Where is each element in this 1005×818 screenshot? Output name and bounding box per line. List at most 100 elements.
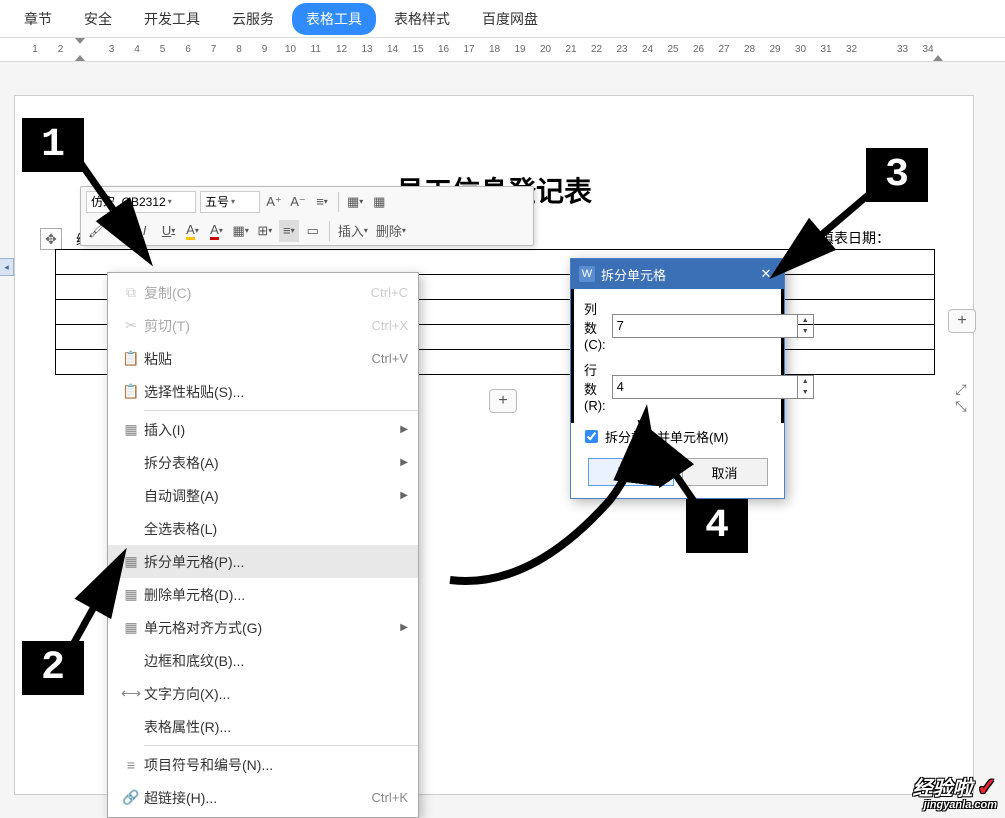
table-icon: ▦ — [118, 421, 144, 438]
menu-tab-devtools[interactable]: 开发工具 — [130, 3, 214, 35]
cancel-button[interactable]: 取消 — [682, 458, 768, 486]
fill-date-label: 填表日期： — [820, 228, 890, 248]
dialog-close-button[interactable]: ✕ — [756, 266, 776, 282]
ruler-tick: 4 — [132, 44, 142, 55]
ruler-tick: 28 — [744, 44, 754, 55]
ruler-tick: 12 — [336, 44, 346, 55]
menu-tab-chapter[interactable]: 章节 — [10, 3, 66, 35]
ctx-split-cells[interactable]: ▦拆分单元格(P)... — [108, 545, 418, 578]
menu-tab-security[interactable]: 安全 — [70, 3, 126, 35]
delete-dropdown[interactable]: 删除▾ — [374, 220, 408, 242]
ruler-tick: 30 — [795, 44, 805, 55]
text-direction-icon: ⟷ — [118, 685, 144, 702]
delete-cells-icon: ▦ — [118, 586, 144, 603]
ctx-cell-align[interactable]: ▦单元格对齐方式(G)▶ — [108, 611, 418, 644]
ctx-cut[interactable]: ✂剪切(T)Ctrl+X — [108, 309, 418, 342]
table-move-handle-icon[interactable]: ✥ — [40, 228, 62, 250]
columns-spinner[interactable]: ▲▼ — [612, 314, 814, 338]
copy-icon: ⧉ — [118, 284, 144, 301]
ctx-paste-special[interactable]: 📋选择性粘贴(S)... — [108, 375, 418, 408]
format-painter-button[interactable]: 🖌 — [86, 220, 107, 242]
ruler-tick: 31 — [821, 44, 831, 55]
ruler-tick: 15 — [413, 44, 423, 55]
dialog-titlebar[interactable]: W 拆分单元格 ✕ — [571, 259, 784, 289]
add-column-button[interactable]: + — [948, 309, 976, 333]
expand-in-icon[interactable]: ⤡ — [950, 395, 972, 417]
ctx-split-table[interactable]: 拆分表格(A)▶ — [108, 446, 418, 479]
ruler-tick: 14 — [387, 44, 397, 55]
ctx-autofit[interactable]: 自动调整(A)▶ — [108, 479, 418, 512]
ctx-bullets[interactable]: ≡项目符号和编号(N)... — [108, 748, 418, 781]
side-panel-tab[interactable]: ◂ — [0, 258, 14, 276]
ruler-tick: 27 — [719, 44, 729, 55]
menu-tab-baidu[interactable]: 百度网盘 — [468, 3, 552, 35]
spin-up-icon[interactable]: ▲ — [798, 315, 813, 326]
ruler-tick: 22 — [591, 44, 601, 55]
ctx-insert[interactable]: ▦插入(I)▶ — [108, 413, 418, 446]
callout-badge-1: 1 — [22, 118, 84, 172]
spin-down-icon[interactable]: ▼ — [798, 387, 813, 398]
ruler-tick: 6 — [183, 44, 193, 55]
underline-button[interactable]: U▾ — [159, 220, 179, 242]
dialog-title: 拆分单元格 — [601, 265, 756, 284]
menu-tab-tabletools[interactable]: 表格工具 — [292, 3, 376, 35]
merge-cells-button[interactable]: ▦ — [369, 191, 389, 213]
add-row-button[interactable]: + — [489, 389, 517, 413]
spin-up-icon[interactable]: ▲ — [798, 376, 813, 387]
indent-marker-icon[interactable] — [933, 55, 943, 61]
indent-marker-icon[interactable] — [75, 38, 85, 44]
horizontal-ruler[interactable]: 1 2 3 4 5 6 7 8 9 10 11 12 13 14 15 16 1… — [0, 38, 1005, 62]
font-size-select[interactable]: 五号▾ — [200, 191, 260, 213]
font-color-button[interactable]: A▾ — [207, 220, 227, 242]
menu-tab-cloud[interactable]: 云服务 — [218, 3, 288, 35]
italic-button[interactable]: I — [135, 220, 155, 242]
ruler-tick: 23 — [617, 44, 627, 55]
ruler-tick: 5 — [158, 44, 168, 55]
ok-button[interactable]: 确定 — [588, 458, 674, 486]
ruler-tick: 33 — [897, 44, 907, 55]
shading-button[interactable]: ▭ — [303, 220, 323, 242]
ruler-tick: 20 — [540, 44, 550, 55]
ctx-delete-cells[interactable]: ▦删除单元格(D)... — [108, 578, 418, 611]
insert-dropdown[interactable]: 插入▾ — [336, 220, 370, 242]
ruler-tick: 17 — [464, 44, 474, 55]
ctx-text-direction[interactable]: ⟷文字方向(X)... — [108, 677, 418, 710]
ruler-tick: 21 — [566, 44, 576, 55]
rows-spinner[interactable]: ▲▼ — [612, 375, 814, 399]
rows-label: 行数(R): — [584, 360, 606, 413]
border-button[interactable]: ▦▾ — [231, 220, 251, 242]
ruler-tick: 2 — [56, 44, 66, 55]
rows-input[interactable] — [613, 376, 797, 398]
bold-button[interactable]: B — [111, 220, 131, 242]
grid-button[interactable]: ⊞▾ — [255, 220, 275, 242]
merge-before-split-label: 拆分前合并单元格(M) — [605, 427, 729, 446]
align-button[interactable]: ≡▾ — [279, 220, 299, 242]
ruler-tick: 19 — [515, 44, 525, 55]
line-spacing-button[interactable]: ≡▾ — [312, 191, 332, 213]
insert-table-button[interactable]: ▦▾ — [345, 191, 365, 213]
indent-marker-icon[interactable] — [75, 55, 85, 61]
ctx-select-table[interactable]: 全选表格(L) — [108, 512, 418, 545]
context-menu: ⧉复制(C)Ctrl+C ✂剪切(T)Ctrl+X 📋粘贴Ctrl+V 📋选择性… — [107, 272, 419, 818]
decrease-font-button[interactable]: A⁻ — [288, 191, 308, 213]
merge-before-split-checkbox[interactable] — [585, 430, 598, 443]
mini-toolbar: 仿宋_GB2312▾ 五号▾ A⁺ A⁻ ≡▾ ▦▾ ▦ 🖌 B I U▾ A▾… — [80, 186, 534, 246]
ctx-copy[interactable]: ⧉复制(C)Ctrl+C — [108, 276, 418, 309]
ruler-tick: 29 — [770, 44, 780, 55]
ctx-table-props[interactable]: 表格属性(R)... — [108, 710, 418, 743]
increase-font-button[interactable]: A⁺ — [264, 191, 284, 213]
menu-tab-tablestyle[interactable]: 表格样式 — [380, 3, 464, 35]
callout-badge-3: 3 — [866, 148, 928, 202]
ctx-paste[interactable]: 📋粘贴Ctrl+V — [108, 342, 418, 375]
font-name-select[interactable]: 仿宋_GB2312▾ — [86, 191, 196, 213]
ctx-hyperlink[interactable]: 🔗超链接(H)...Ctrl+K — [108, 781, 418, 814]
ruler-tick: 25 — [668, 44, 678, 55]
spin-down-icon[interactable]: ▼ — [798, 326, 813, 337]
columns-input[interactable] — [613, 315, 797, 337]
ctx-borders-shading[interactable]: 边框和底纹(B)... — [108, 644, 418, 677]
link-icon: 🔗 — [118, 789, 144, 806]
paste-icon: 📋 — [118, 350, 144, 367]
ruler-tick: 24 — [642, 44, 652, 55]
highlight-button[interactable]: A▾ — [183, 220, 203, 242]
callout-badge-2: 2 — [22, 641, 84, 695]
